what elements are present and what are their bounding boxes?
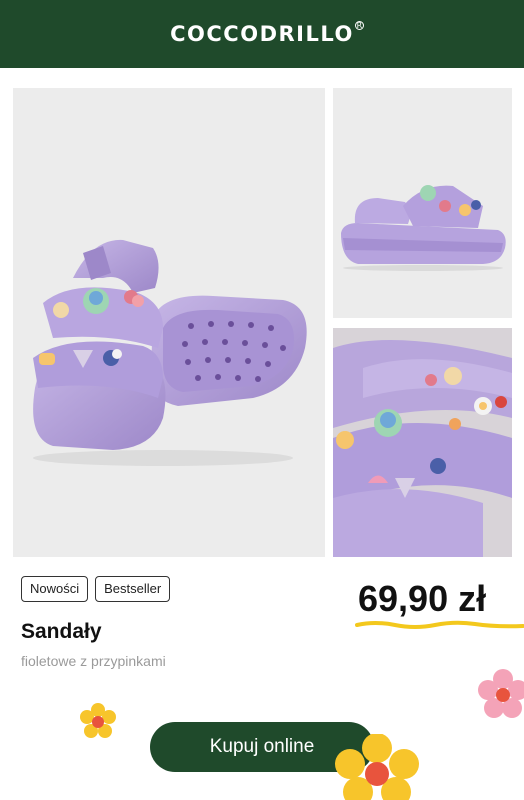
product-image-side[interactable] <box>333 88 512 318</box>
product-tags: Nowości Bestseller <box>21 576 171 602</box>
tag-bestseller[interactable]: Bestseller <box>95 576 171 602</box>
sandal-closeup-illustration <box>333 328 512 557</box>
tag-nowosci[interactable]: Nowości <box>21 576 89 602</box>
brand-name: COCCODRILLO <box>170 22 354 46</box>
registered-mark-icon: R <box>354 21 364 30</box>
sandal-pair-illustration <box>33 239 307 466</box>
sandal-side-illustration <box>341 185 506 271</box>
product-price: 69,90 zł <box>358 578 487 619</box>
product-image-main[interactable] <box>13 88 325 557</box>
product-image-closeup[interactable] <box>333 328 512 557</box>
price-underline-decoration <box>355 620 524 629</box>
yellow-flower-icon <box>80 703 116 738</box>
large-yellow-flower-icon <box>335 734 419 800</box>
product-title: Sandały <box>21 620 102 643</box>
brand-logo[interactable]: COCCODRILLO R <box>170 21 364 46</box>
top-header: COCCODRILLO R <box>0 0 524 68</box>
product-subtitle: fioletowe z przypinkami <box>21 653 166 669</box>
pink-flower-icon <box>478 669 524 718</box>
